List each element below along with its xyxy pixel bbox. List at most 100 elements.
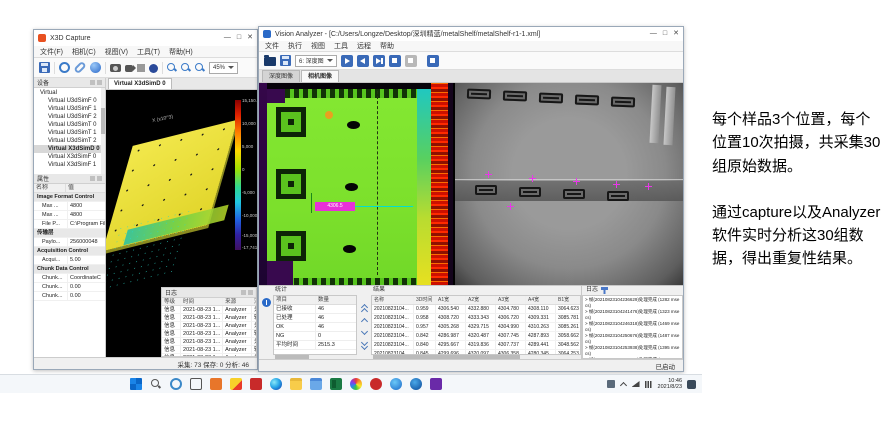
panel-close-icon[interactable] bbox=[97, 80, 102, 85]
taskbar-app-icon[interactable] bbox=[230, 378, 242, 390]
x3d-menu-item[interactable]: 视图(V) bbox=[105, 47, 128, 57]
zoom-fit-icon[interactable] bbox=[195, 63, 205, 73]
next-page-icon[interactable] bbox=[360, 329, 369, 336]
property-row[interactable]: Image Format Control bbox=[34, 193, 105, 202]
device-tree-root[interactable]: Virtual bbox=[34, 89, 105, 97]
panel-float-icon[interactable] bbox=[241, 290, 246, 295]
va-close-button[interactable]: ✕ bbox=[673, 29, 679, 39]
taskbar-app-icon[interactable] bbox=[430, 378, 442, 390]
results-row[interactable]: 20210823104... 0.958 4308.720 4333.343 4… bbox=[372, 314, 581, 323]
va-minimize-button[interactable]: — bbox=[650, 29, 657, 39]
device-tree-item[interactable]: Virtual U3dSimF 1 bbox=[34, 105, 105, 113]
va-log-entry[interactable]: > 帧(20210823104250676)处理完成 (1487 msecs) bbox=[585, 333, 680, 344]
va-menu-item[interactable]: 远程 bbox=[357, 41, 371, 51]
step-forward-button[interactable] bbox=[373, 55, 385, 67]
view-mode-select[interactable]: 6: 深度图 bbox=[295, 55, 337, 67]
results-row[interactable]: 20210823104... 0.957 4305.268 4329.715 4… bbox=[372, 323, 581, 332]
edge-browser-icon[interactable] bbox=[270, 378, 282, 390]
stop-button[interactable] bbox=[389, 55, 401, 67]
va-log-entry[interactable]: > 帧(20210823104236629)处理完成 (1282 msecs) bbox=[585, 297, 680, 308]
task-view-icon[interactable] bbox=[190, 378, 202, 390]
stats-row[interactable]: 已接收 46 bbox=[274, 305, 356, 314]
log-row[interactable]: 信息 2021-08-23 1... Analyzer 输入队列满了 bbox=[162, 346, 256, 354]
save-icon[interactable] bbox=[39, 62, 50, 73]
taskbar-app-icon[interactable] bbox=[250, 378, 262, 390]
results-row[interactable]: 20210823104... 0.959 4306.540 4332.880 4… bbox=[372, 305, 581, 314]
taskbar-clock[interactable]: 10:46 2021/8/23 bbox=[658, 378, 682, 391]
stats-row[interactable]: 平均时间 2515.3 bbox=[274, 341, 356, 350]
connect-icon[interactable] bbox=[73, 61, 86, 74]
property-row[interactable]: File P... C:\Program Fil... bbox=[34, 220, 105, 229]
file-explorer-icon[interactable] bbox=[290, 378, 302, 390]
record-video-icon[interactable] bbox=[125, 65, 133, 72]
browser-icon[interactable] bbox=[390, 378, 402, 390]
panel-close-icon[interactable] bbox=[248, 290, 253, 295]
filter-icon[interactable] bbox=[601, 287, 608, 294]
log-row[interactable]: 信息 2021-08-23 1... Analyzer 分析数据成功 bbox=[162, 322, 256, 330]
va-menu-item[interactable]: 工具 bbox=[334, 41, 348, 51]
viewport-tab[interactable]: Virtual X3dSimD 0 bbox=[108, 78, 172, 89]
stats-row[interactable]: NG 0 bbox=[274, 332, 356, 341]
va-log-entry[interactable]: > 帧(20210823104253938)处理完成 (1395 msecs) bbox=[585, 345, 680, 356]
va-titlebar[interactable]: Vision Analyzer - [C:/Users/Longze/Deskt… bbox=[259, 27, 683, 41]
results-row[interactable]: 20210823104... 0.840 4295.667 4319.836 4… bbox=[372, 341, 581, 350]
x3d-minimize-button[interactable]: — bbox=[224, 33, 231, 43]
refresh-icon[interactable] bbox=[59, 62, 70, 73]
property-row[interactable]: Chunk... 0.00 bbox=[34, 292, 105, 301]
step-back-button[interactable] bbox=[357, 55, 369, 67]
log-row[interactable]: 信息 2021-08-23 1... Analyzer 分析数据成功 bbox=[162, 306, 256, 314]
pointcloud-icon[interactable] bbox=[90, 62, 101, 73]
log-row[interactable]: 信息 2021-08-23 1... Analyzer 输入队列满了 bbox=[162, 314, 256, 322]
log-row[interactable]: 信息 2021-08-23 1... Analyzer 分析数据成功 bbox=[162, 354, 256, 356]
va-menu-item[interactable]: 执行 bbox=[288, 41, 302, 51]
camera-image-pane[interactable] bbox=[455, 83, 683, 285]
device-tree-item[interactable]: Virtual X3dSimF 0 bbox=[34, 153, 105, 161]
property-row[interactable]: Max ... 4800 bbox=[34, 211, 105, 220]
image-tab[interactable]: 深度图像 bbox=[262, 70, 300, 82]
property-row[interactable]: Max ... 4800 bbox=[34, 202, 105, 211]
first-page-icon[interactable] bbox=[360, 305, 369, 312]
start-button[interactable] bbox=[130, 378, 142, 390]
zoom-in-icon[interactable] bbox=[167, 63, 177, 73]
device-tree-item[interactable]: Virtual U3dSimF 0 bbox=[34, 97, 105, 105]
taskbar-app-icon[interactable] bbox=[350, 378, 362, 390]
device-tree-item[interactable]: Virtual U3dSimT 0 bbox=[34, 121, 105, 129]
open-file-icon[interactable] bbox=[264, 57, 276, 66]
va-menu-item[interactable]: 帮助 bbox=[380, 41, 394, 51]
zoom-level-select[interactable]: 45% bbox=[209, 62, 238, 74]
x3d-titlebar[interactable]: X3D Capture — □ ✕ bbox=[34, 30, 257, 46]
stats-row[interactable]: OK 46 bbox=[274, 323, 356, 332]
x3d-close-button[interactable]: ✕ bbox=[247, 33, 253, 43]
info-icon[interactable] bbox=[262, 298, 271, 307]
device-tree-item[interactable]: Virtual X3dSimD 0 bbox=[34, 145, 105, 153]
property-row[interactable]: Paylo... 256000048 bbox=[34, 238, 105, 247]
browser-icon[interactable] bbox=[410, 378, 422, 390]
property-row[interactable]: Chunk... 0.00 bbox=[34, 283, 105, 292]
log-row[interactable]: 信息 2021-08-23 1... Analyzer 分析数据成功 bbox=[162, 338, 256, 346]
panel-float-icon[interactable] bbox=[90, 80, 95, 85]
prev-page-icon[interactable] bbox=[360, 317, 369, 324]
va-menu-item[interactable]: 文件 bbox=[265, 41, 279, 51]
excel-icon[interactable] bbox=[330, 378, 342, 390]
run-button[interactable] bbox=[341, 55, 353, 67]
stats-row[interactable]: 已处理 46 bbox=[274, 314, 356, 323]
panel-float-icon[interactable] bbox=[90, 176, 95, 181]
volume-icon[interactable] bbox=[645, 381, 653, 388]
x3d-menu-item[interactable]: 帮助(H) bbox=[169, 47, 193, 57]
network-icon[interactable] bbox=[632, 381, 640, 387]
acquire-icon[interactable] bbox=[149, 64, 158, 73]
notification-center-icon[interactable] bbox=[687, 380, 696, 389]
image-tab[interactable]: 相机图像 bbox=[301, 70, 339, 82]
settings-button[interactable] bbox=[427, 55, 439, 67]
device-tree-item[interactable]: Virtual U3dSimT 1 bbox=[34, 129, 105, 137]
results-hscrollbar[interactable] bbox=[371, 355, 581, 359]
results-row[interactable]: 20210823104... 0.842 4286.987 4320.487 4… bbox=[372, 332, 581, 341]
log-row[interactable]: 信息 2021-08-23 1... Analyzer 输入队列满了 bbox=[162, 330, 256, 338]
property-row[interactable]: Acqui... 5.00 bbox=[34, 256, 105, 265]
device-tree-item[interactable]: Virtual X3dSimF 1 bbox=[34, 161, 105, 169]
x3d-maximize-button[interactable]: □ bbox=[237, 33, 241, 43]
va-menu-item[interactable]: 视图 bbox=[311, 41, 325, 51]
property-row[interactable]: 传输层 bbox=[34, 229, 105, 238]
property-row[interactable]: Chunk Data Control bbox=[34, 265, 105, 274]
property-row[interactable]: Acquisition Control bbox=[34, 247, 105, 256]
